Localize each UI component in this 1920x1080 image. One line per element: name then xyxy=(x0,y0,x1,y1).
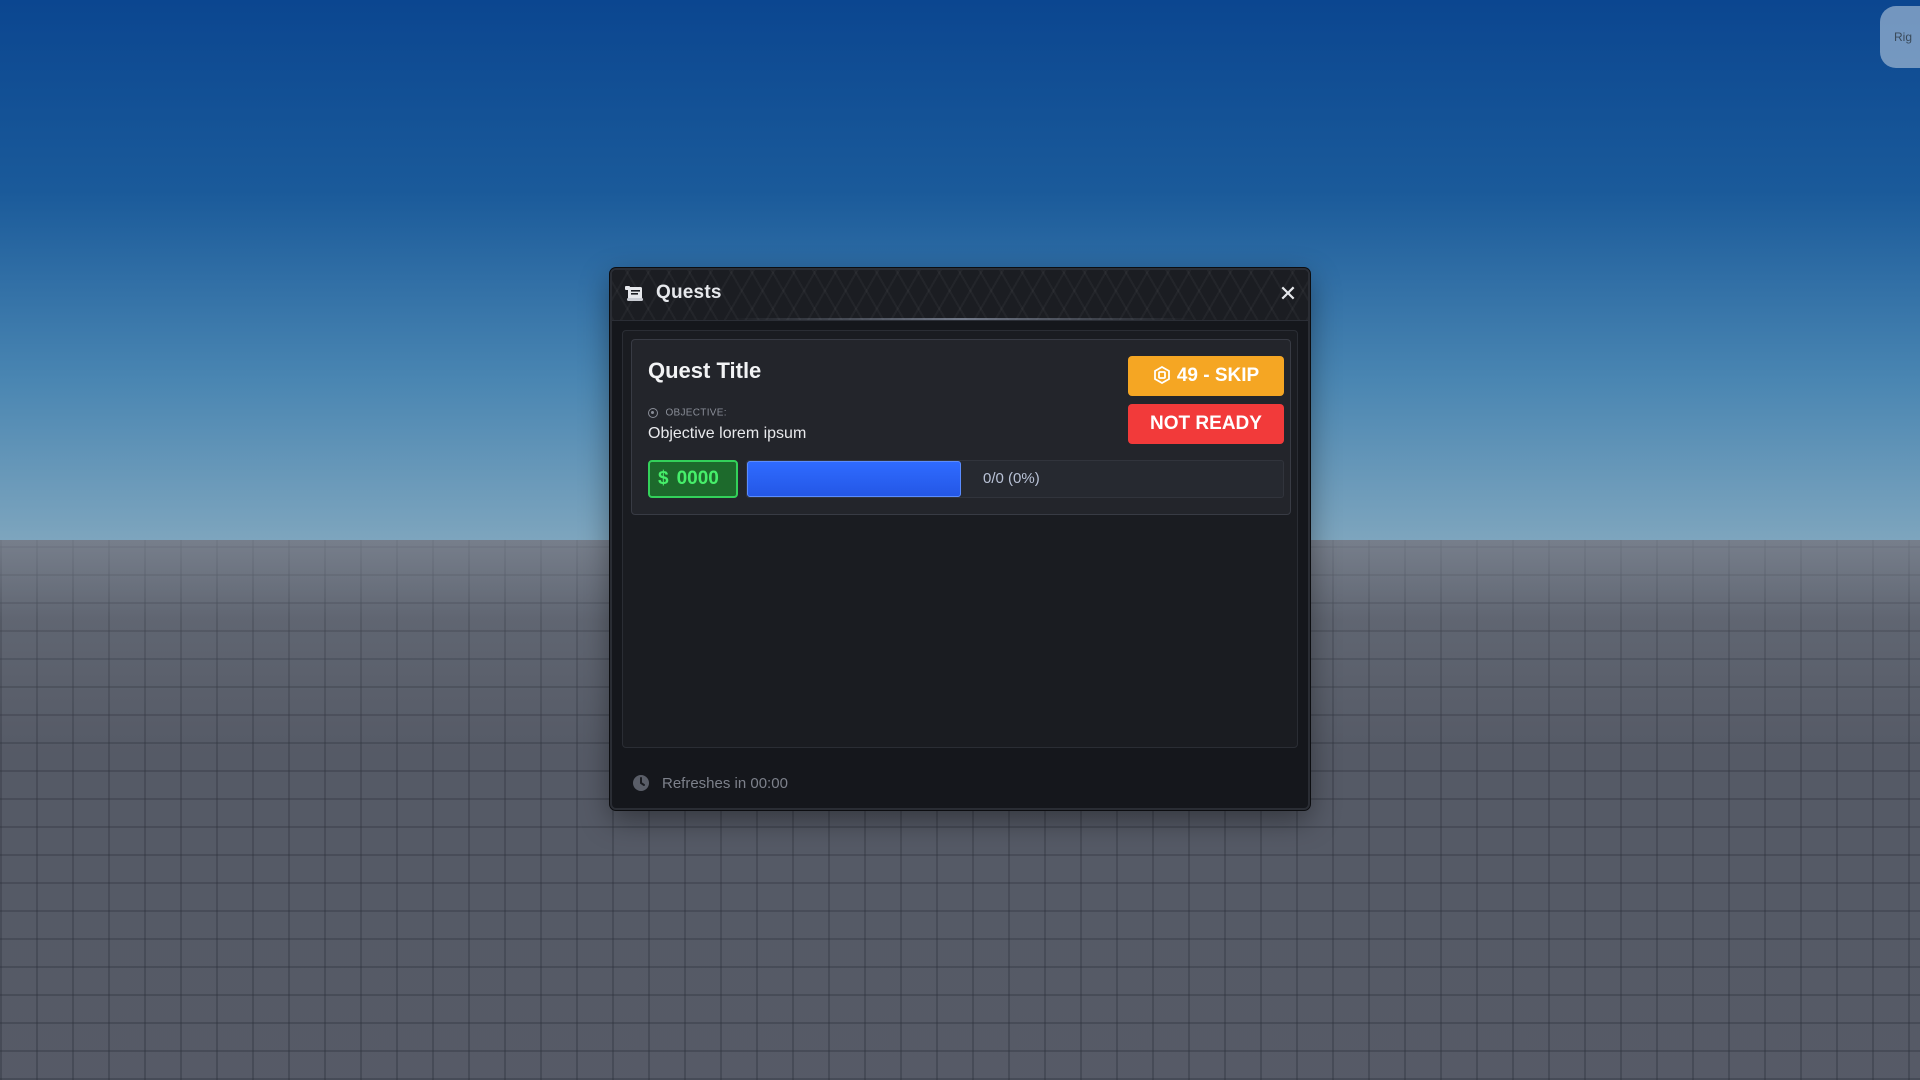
corner-button-label: Rig xyxy=(1894,30,1913,44)
close-button[interactable]: ✕ xyxy=(1278,281,1298,306)
skip-button-label: 49 - SKIP xyxy=(1176,365,1260,386)
not-ready-button[interactable]: NOT READY xyxy=(1128,404,1284,444)
robux-icon xyxy=(1153,366,1170,384)
skip-button[interactable]: 49 - SKIP xyxy=(1128,356,1284,396)
quest-title: Quest Title xyxy=(648,358,762,383)
not-ready-label: NOT READY xyxy=(1150,413,1262,434)
reward-badge: $0000 xyxy=(648,460,738,498)
objective-label: OBJECTIVE: xyxy=(665,407,727,419)
panel-title: Quests xyxy=(656,282,722,303)
objective-label-row: OBJECTIVE: xyxy=(648,404,727,418)
progress-bar: 0/0 (0%) xyxy=(746,460,1284,498)
quest-list[interactable]: Quest Title OBJECTIVE: Objective lorem i… xyxy=(622,330,1298,748)
progress-text: 0/0 (0%) xyxy=(983,470,1040,487)
quests-panel: Quests ✕ Quest Title OBJECTIVE: Objectiv… xyxy=(610,268,1310,810)
panel-header: Quests ✕ xyxy=(612,270,1308,321)
objective-text: Objective lorem ipsum xyxy=(648,425,807,442)
game-scene: Rig Quests ✕ Quest Title OBJECTIVE: Obje… xyxy=(0,0,1920,1080)
panel-footer: Refreshes in 00:00 xyxy=(612,758,1308,808)
close-icon: ✕ xyxy=(1278,281,1298,306)
refresh-timer: Refreshes in 00:00 xyxy=(662,775,788,792)
dollar-icon: $ xyxy=(658,468,669,489)
clock-icon xyxy=(633,775,649,791)
quest-card: Quest Title OBJECTIVE: Objective lorem i… xyxy=(631,339,1291,515)
corner-button[interactable]: Rig xyxy=(1880,6,1920,68)
header-accent-line xyxy=(732,318,1192,320)
target-icon xyxy=(648,407,658,418)
progress-fill xyxy=(747,461,961,497)
scroll-icon xyxy=(625,286,643,301)
reward-amount: 0000 xyxy=(676,468,719,489)
